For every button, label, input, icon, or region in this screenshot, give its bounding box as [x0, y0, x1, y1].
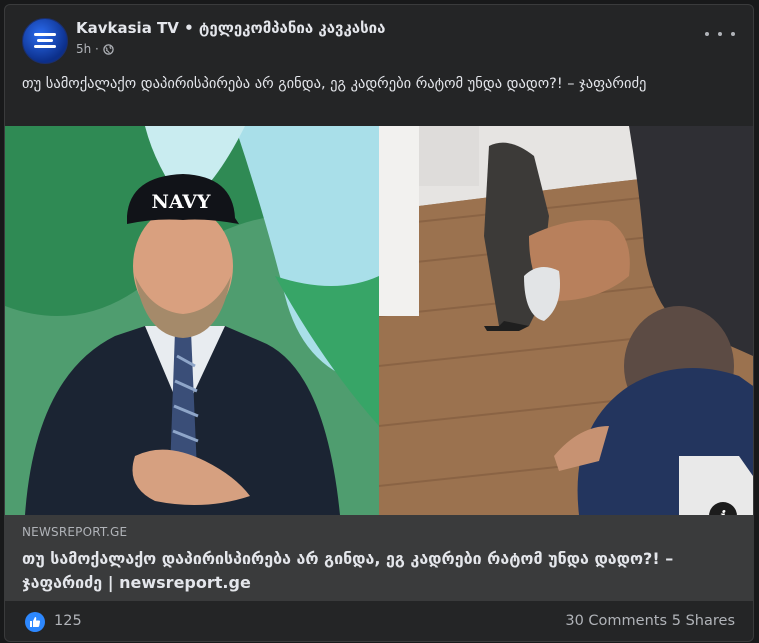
kavkasia-logo-icon — [34, 33, 56, 49]
link-domain: NEWSREPORT.GE — [22, 525, 128, 539]
post-image[interactable]: NAVY — [5, 126, 753, 515]
post-card: Kavkasia TV • ტელეკომპანია კავკასია 5h ·… — [4, 4, 754, 642]
reactions-bar: 125 30 Comments 5 Shares — [5, 603, 753, 641]
more-options-icon[interactable] — [705, 25, 735, 43]
link-preview[interactable]: NEWSREPORT.GE თუ სამოქალაქო დაპირისპირებ… — [5, 515, 753, 601]
link-title[interactable]: თუ სამოქალაქო დაპირისპირება არ გინდა, ეგ… — [22, 547, 712, 595]
post-text: თუ სამოქალაქო დაპირისპირება არ გინდა, ეგ… — [22, 76, 647, 92]
comments-count[interactable]: 30 Comments — [565, 613, 667, 629]
cctv-photo — [379, 126, 753, 515]
speaker-photo: NAVY — [5, 126, 379, 515]
cap-logo-text: NAVY — [151, 191, 210, 213]
like-reaction-icon[interactable] — [25, 612, 45, 632]
post-time[interactable]: 5h · — [76, 42, 99, 56]
thumbs-up-icon — [30, 617, 41, 627]
post-header: Kavkasia TV • ტელეკომპანია კავკასია 5h · — [5, 5, 753, 65]
page-name-link[interactable]: Kavkasia TV • ტელეკომპანია კავკასია — [76, 19, 385, 37]
post-meta: 5h · — [76, 42, 114, 56]
like-count[interactable]: 125 — [54, 613, 82, 629]
shares-count[interactable]: 5 Shares — [672, 613, 735, 629]
page-avatar[interactable] — [22, 18, 68, 64]
globe-icon — [103, 43, 114, 55]
